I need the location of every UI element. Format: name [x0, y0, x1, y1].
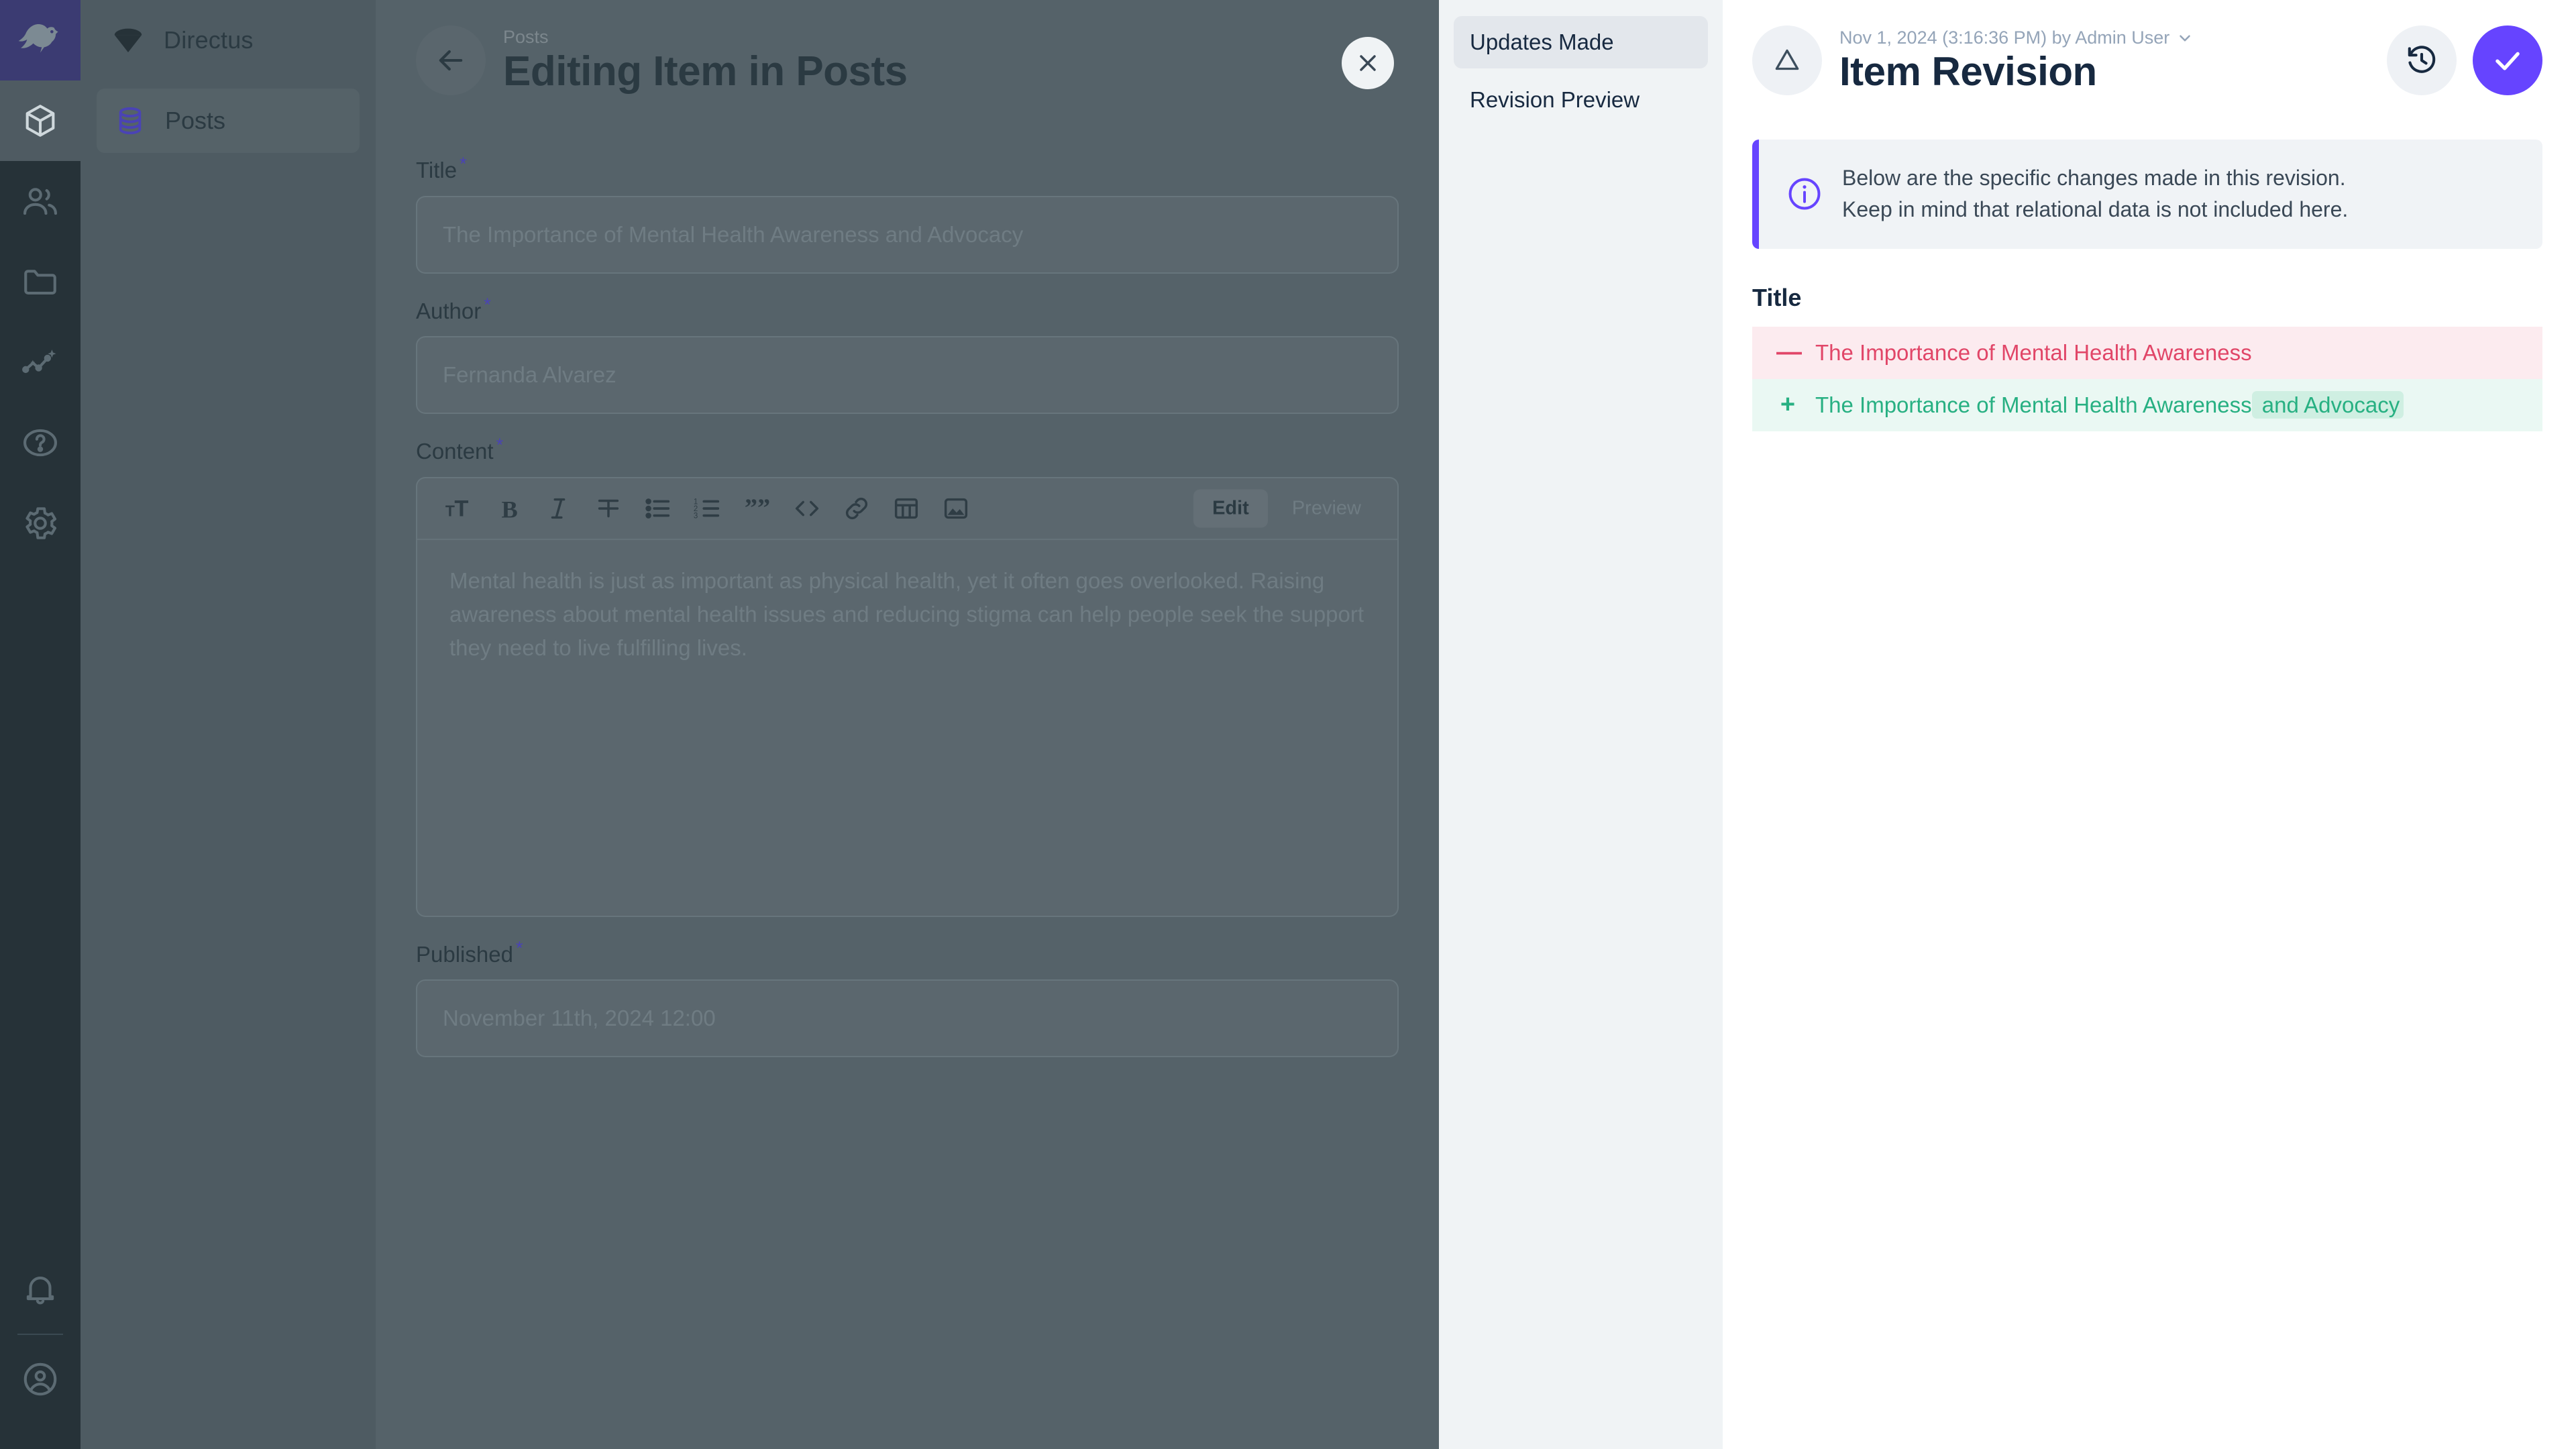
- field-label-title: Title*: [416, 153, 1399, 184]
- triangle-delta-icon: [1752, 25, 1822, 95]
- item-form: Title* The Importance of Mental Health A…: [376, 121, 1439, 1057]
- module-divider: [17, 1334, 63, 1335]
- module-item-help[interactable]: [0, 402, 80, 483]
- strikethrough-icon[interactable]: [584, 485, 633, 532]
- info-circle-icon: [1786, 175, 1823, 213]
- revision-timestamp-text: Nov 1, 2024 (3:16:36 PM) by Admin User: [1839, 28, 2169, 48]
- required-asterisk: *: [460, 154, 467, 174]
- minus-icon: —: [1776, 338, 1799, 367]
- field-label-content: Content*: [416, 434, 1399, 465]
- main-header: Posts Editing Item in Posts: [376, 0, 1439, 121]
- history-revert-icon[interactable]: [2387, 25, 2457, 95]
- drawer-page-title: Item Revision: [1839, 50, 2387, 93]
- numbered-list-icon[interactable]: 123: [683, 485, 733, 532]
- database-icon: [113, 103, 148, 138]
- revision-notice: Below are the specific changes made in t…: [1752, 140, 2542, 249]
- required-asterisk: *: [516, 938, 523, 958]
- text-size-icon[interactable]: TT: [435, 485, 484, 532]
- table-icon[interactable]: [881, 485, 931, 532]
- breadcrumb[interactable]: Posts: [503, 28, 908, 48]
- directus-diamond-icon: [110, 22, 146, 58]
- title-input[interactable]: The Importance of Mental Health Awarenes…: [416, 196, 1399, 274]
- link-icon[interactable]: [832, 485, 881, 532]
- revision-notice-text: Below are the specific changes made in t…: [1842, 162, 2348, 226]
- plus-icon: +: [1776, 390, 1799, 419]
- field-label-published: Published*: [416, 937, 1399, 968]
- diff-row-removed: — The Importance of Mental Health Awaren…: [1752, 327, 2542, 379]
- author-input[interactable]: Fernanda Alvarez: [416, 336, 1399, 414]
- diff-added-base: The Importance of Mental Health Awarenes…: [1815, 392, 2252, 417]
- content-editor: TT B: [416, 477, 1399, 917]
- bold-icon[interactable]: B: [484, 485, 534, 532]
- notice-line-1: Below are the specific changes made in t…: [1842, 166, 2346, 190]
- code-icon[interactable]: [782, 485, 832, 532]
- module-item-settings[interactable]: [0, 483, 80, 564]
- required-asterisk: *: [484, 294, 491, 315]
- tab-preview[interactable]: Preview: [1273, 489, 1380, 527]
- field-author: Author* Fernanda Alvarez: [416, 294, 1399, 415]
- editor-toolbar: TT B: [417, 478, 1397, 540]
- blockquote-icon[interactable]: ””: [733, 485, 782, 532]
- navigation-sidebar: Directus Posts: [80, 0, 376, 1449]
- image-icon[interactable]: [931, 485, 981, 532]
- svg-text:B: B: [502, 496, 518, 523]
- diff-row-added: + The Importance of Mental Health Awaren…: [1752, 379, 2542, 431]
- tab-edit[interactable]: Edit: [1193, 489, 1268, 527]
- sidebar-item-posts[interactable]: Posts: [97, 89, 360, 153]
- field-published: Published* November 11th, 2024 12:00: [416, 937, 1399, 1058]
- module-item-content[interactable]: [0, 80, 80, 161]
- drawer-body: Below are the specific changes made in t…: [1723, 121, 2576, 431]
- project-header[interactable]: Directus: [80, 0, 376, 80]
- diff-section-title: Title — The Importance of Mental Health …: [1752, 284, 2542, 431]
- drawer-actions: [2387, 25, 2542, 95]
- drawer-header: Nov 1, 2024 (3:16:36 PM) by Admin User I…: [1723, 0, 2576, 121]
- page-title: Editing Item in Posts: [503, 50, 908, 93]
- notice-line-2: Keep in mind that relational data is not…: [1842, 197, 2348, 221]
- svg-text:T: T: [445, 502, 455, 519]
- svg-text:””: ””: [745, 494, 770, 522]
- svg-text:T: T: [454, 496, 468, 521]
- module-item-insights[interactable]: [0, 322, 80, 402]
- sidebar-item-label: Posts: [165, 107, 225, 135]
- module-item-notifications[interactable]: [0, 1249, 80, 1330]
- check-icon[interactable]: [2473, 25, 2542, 95]
- svg-text:3: 3: [694, 512, 698, 520]
- module-item-account[interactable]: [0, 1339, 80, 1419]
- drawer-nav-item-revision-preview[interactable]: Revision Preview: [1454, 74, 1708, 126]
- item-edit-main: Posts Editing Item in Posts Title* The I…: [376, 0, 1439, 1449]
- required-asterisk: *: [496, 435, 504, 455]
- directus-rabbit-logo-icon[interactable]: [0, 0, 80, 80]
- revision-drawer: Updates Made Revision Preview Nov 1, 202…: [1439, 0, 2576, 1449]
- revision-timestamp[interactable]: Nov 1, 2024 (3:16:36 PM) by Admin User: [1839, 28, 2387, 48]
- module-item-files[interactable]: [0, 241, 80, 322]
- drawer-nav-item-updates-made[interactable]: Updates Made: [1454, 16, 1708, 68]
- sidebar-collection-list: Posts: [80, 80, 376, 153]
- drawer-nav: Updates Made Revision Preview: [1439, 0, 1723, 1449]
- diff-field-name: Title: [1752, 284, 2542, 312]
- app-screen: Directus Posts: [0, 0, 2576, 1449]
- module-item-users[interactable]: [0, 161, 80, 241]
- module-bar: [0, 0, 80, 1449]
- drawer-main: Nov 1, 2024 (3:16:36 PM) by Admin User I…: [1723, 0, 2576, 1449]
- app-background-layer: Directus Posts: [0, 0, 1439, 1449]
- field-content: Content* TT B: [416, 434, 1399, 917]
- drawer-title-block: Nov 1, 2024 (3:16:36 PM) by Admin User I…: [1839, 28, 2387, 93]
- project-name: Directus: [164, 26, 254, 54]
- diff-added-highlight: and Advocacy: [2252, 391, 2404, 419]
- published-input[interactable]: November 11th, 2024 12:00: [416, 979, 1399, 1057]
- editor-mode-tabs: Edit Preview: [1193, 489, 1380, 527]
- content-textarea[interactable]: Mental health is just as important as ph…: [417, 540, 1397, 916]
- close-icon[interactable]: [1342, 37, 1394, 89]
- field-label-author: Author*: [416, 294, 1399, 325]
- bullet-list-icon[interactable]: [633, 485, 683, 532]
- chevron-down-icon[interactable]: [2176, 30, 2194, 47]
- diff-added-text: The Importance of Mental Health Awarenes…: [1815, 392, 2404, 418]
- diff-removed-text: The Importance of Mental Health Awarenes…: [1815, 340, 2252, 366]
- arrow-left-icon[interactable]: [416, 25, 486, 95]
- italic-icon[interactable]: [534, 485, 584, 532]
- field-title: Title* The Importance of Mental Health A…: [416, 153, 1399, 274]
- header-title-block: Posts Editing Item in Posts: [503, 28, 908, 94]
